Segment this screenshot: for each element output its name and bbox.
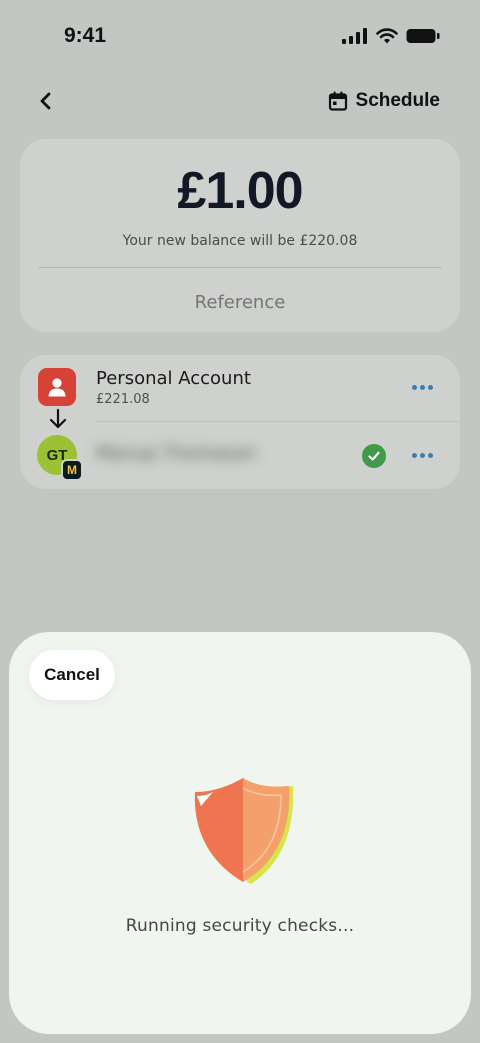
schedule-label: Schedule	[355, 90, 440, 111]
status-time: 9:41	[64, 24, 107, 47]
battery-icon	[406, 29, 440, 43]
bank-logo-badge: M	[61, 459, 83, 481]
more-dot	[419, 452, 425, 458]
accounts-card: Personal Account £221.08 GT M Manup Thom…	[20, 355, 460, 489]
calendar-icon	[328, 91, 347, 111]
cancel-button[interactable]: Cancel	[29, 650, 115, 700]
nav-bar: Schedule	[0, 76, 480, 126]
more-dot	[427, 384, 433, 390]
more-dot	[411, 384, 417, 390]
status-icons	[342, 28, 440, 44]
signal-icon	[342, 28, 367, 44]
security-status-text: Running security checks...	[125, 916, 355, 936]
to-account-row[interactable]: GT M Manup Thomason	[20, 423, 460, 489]
from-account-row[interactable]: Personal Account £221.08	[20, 355, 460, 421]
more-dot	[411, 452, 417, 458]
from-account-more-button[interactable]	[408, 375, 436, 399]
more-dot	[419, 384, 425, 390]
chevron-left-icon	[40, 92, 51, 110]
from-account-balance: £221.08	[96, 392, 150, 407]
reference-input[interactable]	[60, 287, 420, 317]
wifi-icon	[376, 28, 398, 44]
payee-name-blurred: Manup Thomason	[96, 443, 257, 464]
more-dot	[427, 452, 433, 458]
amount-card: £1.00 Your new balance will be £220.08	[20, 139, 460, 332]
person-icon	[48, 378, 66, 397]
amount-value[interactable]: £1.00	[20, 161, 460, 221]
shield-icon	[194, 778, 294, 884]
status-bar: 9:41	[0, 0, 480, 76]
security-check-sheet: Cancel Running security checks...	[9, 632, 471, 1034]
row-divider	[96, 421, 460, 422]
personal-account-avatar	[38, 368, 76, 406]
card-divider	[38, 267, 442, 268]
back-button[interactable]	[30, 86, 62, 116]
to-account-more-button[interactable]	[408, 443, 436, 467]
schedule-button[interactable]: Schedule	[328, 86, 440, 116]
from-account-name: Personal Account	[96, 368, 251, 389]
balance-note: Your new balance will be £220.08	[122, 233, 358, 249]
verified-check-icon	[362, 444, 386, 468]
